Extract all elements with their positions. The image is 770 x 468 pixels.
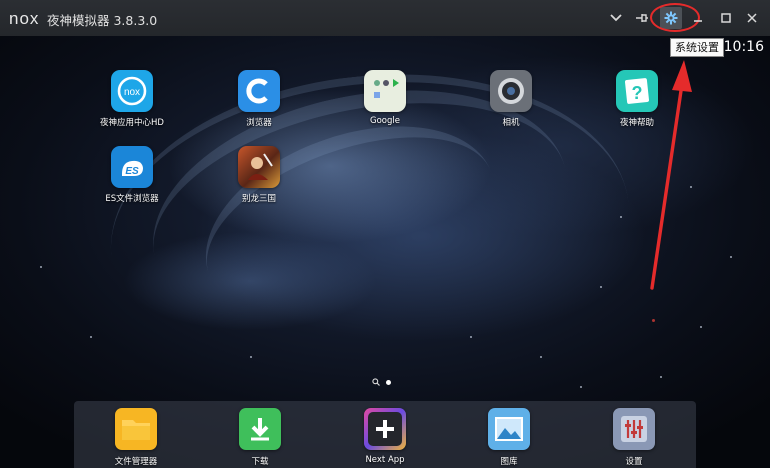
star bbox=[580, 386, 582, 388]
dock-file-manager[interactable]: 文件管理器 bbox=[91, 408, 181, 467]
folder-icon bbox=[115, 408, 157, 450]
app-label: Google bbox=[370, 116, 400, 126]
star bbox=[90, 336, 92, 338]
gallery-icon bbox=[488, 408, 530, 450]
emulator-screen: 10:16 系统设置 nox 夜神应用中心HD 浏览器 Google 相机 ? … bbox=[0, 36, 770, 468]
download-icon bbox=[239, 408, 281, 450]
star bbox=[700, 326, 702, 328]
app-label: 夜神帮助 bbox=[619, 118, 654, 128]
page-indicator bbox=[372, 378, 391, 386]
app-label: 浏览器 bbox=[246, 118, 272, 128]
app-es-file-explorer[interactable]: ES ES文件浏览器 bbox=[87, 146, 177, 204]
settings-tooltip: 系统设置 bbox=[670, 38, 724, 57]
app-google-folder[interactable]: Google bbox=[340, 70, 430, 126]
settings-icon bbox=[613, 408, 655, 450]
app-label: 图库 bbox=[500, 457, 518, 467]
search-icon[interactable] bbox=[372, 378, 380, 386]
help-icon: ? bbox=[616, 70, 658, 112]
nox-appcenter-icon: nox bbox=[111, 70, 153, 112]
nox-logo: nox bbox=[9, 9, 40, 28]
maximize-button[interactable] bbox=[716, 8, 736, 28]
chevron-down-icon[interactable] bbox=[606, 8, 626, 28]
app-game[interactable]: 别龙三国 bbox=[214, 146, 304, 204]
app-label: ES文件浏览器 bbox=[105, 194, 159, 204]
es-file-explorer-icon: ES bbox=[111, 146, 153, 188]
close-button[interactable] bbox=[742, 8, 762, 28]
app-label: Next App bbox=[365, 455, 405, 465]
dock: 文件管理器 下载 Next App 图库 设置 bbox=[74, 401, 696, 468]
star bbox=[250, 356, 252, 358]
star bbox=[620, 216, 622, 218]
star bbox=[470, 336, 472, 338]
star bbox=[600, 286, 602, 288]
game-icon bbox=[238, 146, 280, 188]
pin-icon[interactable] bbox=[632, 8, 652, 28]
minimize-button[interactable] bbox=[688, 8, 708, 28]
google-folder-icon bbox=[364, 70, 406, 112]
svg-text:?: ? bbox=[632, 83, 643, 103]
svg-text:ES: ES bbox=[125, 166, 139, 177]
app-label: 设置 bbox=[625, 457, 643, 467]
app-help[interactable]: ? 夜神帮助 bbox=[592, 70, 682, 128]
dock-settings[interactable]: 设置 bbox=[589, 408, 679, 467]
title-bar: nox 夜神模拟器 3.8.3.0 bbox=[0, 0, 770, 36]
dock-download[interactable]: 下载 bbox=[215, 408, 305, 467]
app-camera[interactable]: 相机 bbox=[466, 70, 556, 128]
camera-icon bbox=[490, 70, 532, 112]
window-title: 夜神模拟器 3.8.3.0 bbox=[47, 13, 158, 28]
plus-icon bbox=[364, 408, 406, 450]
star bbox=[540, 356, 542, 358]
dock-gallery[interactable]: 图库 bbox=[464, 408, 554, 467]
app-label: 别龙三国 bbox=[241, 194, 276, 204]
dock-next-app[interactable]: Next App bbox=[340, 408, 430, 465]
star bbox=[730, 256, 732, 258]
svg-text:nox: nox bbox=[124, 87, 140, 98]
app-label: 文件管理器 bbox=[114, 457, 158, 467]
app-label: 相机 bbox=[502, 118, 520, 128]
browser-icon bbox=[238, 70, 280, 112]
star bbox=[652, 319, 655, 322]
app-nox-appcenter[interactable]: nox 夜神应用中心HD bbox=[87, 70, 177, 128]
star bbox=[40, 266, 42, 268]
status-clock: 10:16 bbox=[723, 39, 764, 55]
app-label: 夜神应用中心HD bbox=[100, 118, 164, 128]
star bbox=[690, 186, 692, 188]
app-label: 下载 bbox=[251, 457, 269, 467]
star bbox=[660, 376, 662, 378]
page-dot[interactable] bbox=[386, 379, 391, 385]
app-browser[interactable]: 浏览器 bbox=[214, 70, 304, 128]
